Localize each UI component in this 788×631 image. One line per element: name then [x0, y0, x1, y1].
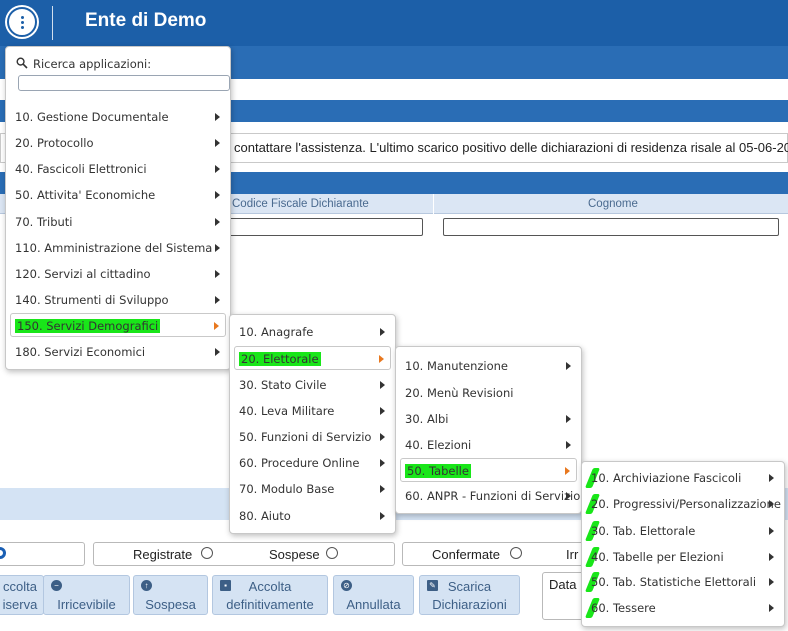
menu-item-protocollo[interactable]: 20. Protocollo [6, 131, 230, 155]
chevron-right-icon [380, 328, 385, 336]
chevron-right-icon [215, 244, 220, 252]
status-all-box [0, 542, 85, 566]
applications-menu: Ricerca applicazioni: 10. Gestione Docum… [5, 46, 231, 370]
chevron-right-icon [769, 500, 774, 508]
menu-item-tab-statistiche[interactable]: 50. Tab. Statistiche Elettorali [582, 570, 784, 594]
filter-codice-fiscale-input[interactable] [228, 218, 423, 236]
chevron-right-icon [380, 512, 385, 520]
menu-item-fascicoli-elettronici[interactable]: 40. Fascicoli Elettronici [6, 157, 230, 181]
filter-cognome-input[interactable] [443, 218, 779, 236]
status-confermate-radio[interactable] [510, 547, 522, 559]
menu-item-stato-civile[interactable]: 30. Stato Civile [230, 373, 395, 397]
menu-item-tessere[interactable]: 60. Tessere [582, 596, 784, 620]
chevron-right-icon [380, 485, 385, 493]
more-vertical-icon [20, 15, 24, 29]
menu-item-anagrafe[interactable]: 10. Anagrafe [230, 320, 395, 344]
annullata-button[interactable]: ⊘ Annullata [333, 575, 414, 615]
chevron-right-icon [380, 459, 385, 467]
chevron-right-icon [769, 578, 774, 586]
status-partial-label: Irr [566, 547, 579, 562]
chevron-right-icon [769, 604, 774, 612]
menu-item-servizi-demografici[interactable]: 150. Servizi Demografici [10, 313, 226, 337]
chevron-right-icon [380, 407, 385, 415]
chevron-right-icon [215, 296, 220, 304]
minus-circle-icon: − [51, 580, 62, 591]
menu-item-gestione-documentale[interactable]: 10. Gestione Documentale [6, 105, 230, 129]
menu-item-progressivi[interactable]: 20. Progressivi/Personalizzazione [582, 492, 784, 516]
chevron-right-icon [214, 322, 219, 330]
status-sospese-radio[interactable] [326, 547, 338, 559]
search-label: Ricerca applicazioni: [33, 57, 152, 71]
scarica-dichiarazioni-button[interactable]: ✎ Scarica Dichiarazioni [419, 575, 520, 615]
menu-item-elettorale[interactable]: 20. Elettorale [234, 346, 391, 370]
menu-item-archiviazione-fascicoli[interactable]: 10. Archiviazione Fascicoli [582, 466, 784, 490]
arrow-up-circle-icon: ↑ [141, 580, 152, 591]
menu-item-servizi-economici[interactable]: 180. Servizi Economici [6, 340, 230, 364]
menu-item-tabelle[interactable]: 50. Tabelle [400, 458, 577, 482]
status-sospese-label: Sospese [269, 547, 320, 562]
chevron-right-icon [769, 553, 774, 561]
chevron-right-icon [380, 433, 385, 441]
top-bar: Ente di Demo [0, 0, 788, 46]
submenu-tabelle: 10. Archiviazione Fascicoli 20. Progress… [581, 461, 785, 627]
info-message: contattare l'assistenza. L'ultimo scaric… [234, 140, 788, 155]
menu-item-procedure-online[interactable]: 60. Procedure Online [230, 451, 395, 475]
menu-item-albi[interactable]: 30. Albi [396, 407, 581, 431]
menu-item-strumenti-sviluppo[interactable]: 140. Strumenti di Sviluppo [6, 288, 230, 312]
menu-item-tributi[interactable]: 70. Tributi [6, 210, 230, 234]
chevron-right-icon [215, 165, 220, 173]
header-divider [52, 6, 53, 40]
menu-item-amministrazione-sistema[interactable]: 110. Amministrazione del Sistema [6, 236, 230, 260]
irricevibile-button[interactable]: − Irricevibile [43, 575, 130, 615]
chevron-right-icon [215, 139, 220, 147]
chevron-right-icon [566, 441, 571, 449]
accolta-riserva-button[interactable]: ccolta iserva [0, 575, 44, 615]
status-registrate-label: Registrate [133, 547, 193, 562]
accolta-definitivamente-button[interactable]: ▪ Accolta definitivamente [212, 575, 328, 615]
cancel-circle-icon: ⊘ [341, 580, 352, 591]
status-registrate-radio[interactable] [201, 547, 213, 559]
menu-item-leva-militare[interactable]: 40. Leva Militare [230, 399, 395, 423]
menu-item-servizi-cittadino[interactable]: 120. Servizi al cittadino [6, 262, 230, 286]
chevron-right-icon [215, 191, 220, 199]
menu-item-tabelle-elezioni[interactable]: 40. Tabelle per Elezioni [582, 545, 784, 569]
chevron-right-icon [215, 348, 220, 356]
sospesa-button[interactable]: ↑ Sospesa [133, 575, 208, 615]
submenu-servizi-demografici: 10. Anagrafe 20. Elettorale 30. Stato Ci… [229, 314, 396, 534]
menu-item-modulo-base[interactable]: 70. Modulo Base [230, 477, 395, 501]
chevron-right-icon [566, 362, 571, 370]
status-confermate-label: Confermate [432, 547, 500, 562]
menu-item-manutenzione[interactable]: 10. Manutenzione [396, 354, 581, 378]
menu-item-aiuto[interactable]: 80. Aiuto [230, 504, 395, 528]
data-field-label: Data [549, 577, 577, 592]
menu-item-funzioni-servizio[interactable]: 50. Funzioni di Servizio [230, 425, 395, 449]
menu-item-anpr-funzioni[interactable]: 60. ANPR - Funzioni di Servizio [396, 484, 581, 508]
chevron-right-icon [566, 415, 571, 423]
chevron-right-icon [769, 474, 774, 482]
chevron-right-icon [215, 113, 220, 121]
chevron-right-icon [769, 527, 774, 535]
chevron-right-icon [215, 218, 220, 226]
column-header-cognome[interactable]: Cognome [588, 198, 638, 210]
search-icon [16, 57, 28, 69]
menu-item-menu-revisioni[interactable]: 20. Menù Revisioni [396, 381, 581, 405]
chevron-right-icon [565, 467, 570, 475]
applications-menu-button[interactable] [7, 7, 37, 37]
menu-item-elezioni[interactable]: 40. Elezioni [396, 433, 581, 457]
submenu-elettorale: 10. Manutenzione 20. Menù Revisioni 30. … [395, 346, 582, 514]
chevron-right-icon [379, 355, 384, 363]
menu-item-tab-elettorale[interactable]: 30. Tab. Elettorale [582, 519, 784, 543]
column-header-codice-fiscale[interactable]: Codice Fiscale Dichiarante [232, 198, 369, 210]
chevron-right-icon [380, 381, 385, 389]
search-applications-input[interactable] [18, 75, 230, 91]
chevron-right-icon [566, 492, 571, 500]
app-title: Ente di Demo [85, 10, 207, 31]
menu-item-attivita-economiche[interactable]: 50. Attivita' Economiche [6, 183, 230, 207]
chevron-right-icon [215, 270, 220, 278]
